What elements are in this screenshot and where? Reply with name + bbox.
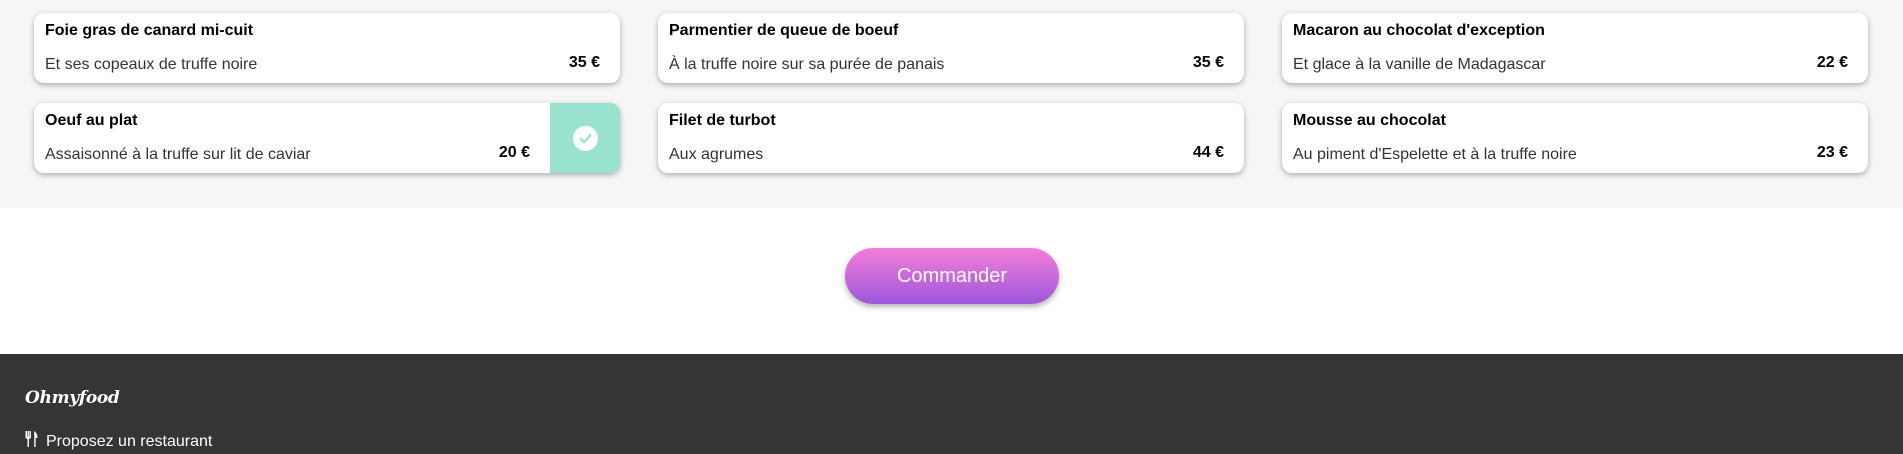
order-button[interactable]: Commander: [845, 248, 1059, 304]
dish-card[interactable]: Macaron au chocolat d'exception Et glace…: [1282, 13, 1868, 83]
dish-description: À la truffe noire sur sa purée de panais: [669, 56, 945, 73]
menu-grid: Foie gras de canard mi-cuit Et ses copea…: [34, 13, 1868, 173]
dish-name: Foie gras de canard mi-cuit: [45, 22, 254, 39]
dish-description: Au piment d'Espelette et à la truffe noi…: [1293, 146, 1577, 163]
footer: Ohmyfood Proposez un restaurant: [0, 354, 1903, 454]
dish-price: 20 €: [498, 144, 530, 161]
dish-card-selected[interactable]: Oeuf au plat Assaisonné à la truffe sur …: [34, 103, 620, 173]
order-section: Commander: [0, 208, 1903, 354]
dish-description: Et glace à la vanille de Madagascar: [1293, 56, 1546, 73]
dish-card[interactable]: Mousse au chocolat Au piment d'Espelette…: [1282, 103, 1868, 173]
dish-card[interactable]: Parmentier de queue de boeuf À la truffe…: [658, 13, 1244, 83]
dish-description: Et ses copeaux de truffe noire: [45, 56, 258, 73]
utensils-icon: [25, 431, 38, 452]
dish-name: Filet de turbot: [669, 112, 776, 129]
propose-restaurant-link[interactable]: Proposez un restaurant: [25, 431, 212, 452]
dish-name: Macaron au chocolat d'exception: [1293, 22, 1545, 39]
dish-description: Assaisonné à la truffe sur lit de caviar: [45, 146, 311, 163]
dish-card[interactable]: Foie gras de canard mi-cuit Et ses copea…: [34, 13, 620, 83]
check-icon: [572, 125, 598, 151]
dish-name: Parmentier de queue de boeuf: [669, 22, 899, 39]
dish-price: 22 €: [1816, 54, 1848, 71]
propose-restaurant-label: Proposez un restaurant: [46, 432, 213, 450]
dish-name: Mousse au chocolat: [1293, 112, 1446, 129]
dish-price: 35 €: [1192, 54, 1224, 71]
dish-card[interactable]: Filet de turbot Aux agrumes 44 €: [658, 103, 1244, 173]
dish-name: Oeuf au plat: [45, 112, 138, 129]
dish-price: 35 €: [568, 54, 600, 71]
menu-section: Foie gras de canard mi-cuit Et ses copea…: [0, 0, 1903, 208]
selected-check-panel[interactable]: [550, 103, 620, 173]
dish-price: 44 €: [1192, 144, 1224, 161]
dish-description: Aux agrumes: [669, 146, 764, 163]
dish-price: 23 €: [1816, 144, 1848, 161]
footer-logo[interactable]: Ohmyfood: [25, 388, 120, 408]
